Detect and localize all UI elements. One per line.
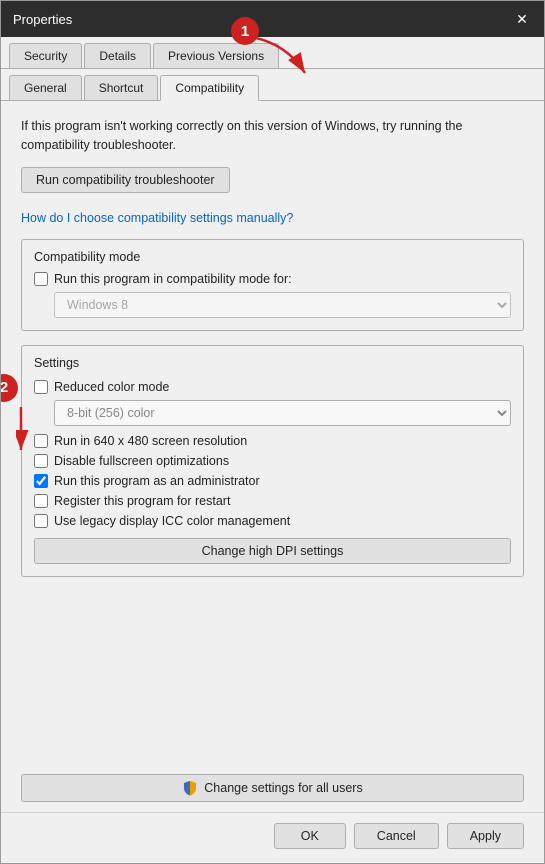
legacy-icc-label[interactable]: Use legacy display ICC color management [54, 514, 290, 528]
change-all-section: Change settings for all users [1, 766, 544, 812]
settings-item-1: Run in 640 x 480 screen resolution [34, 434, 511, 448]
close-button[interactable]: ✕ [512, 9, 532, 29]
apply-button[interactable]: Apply [447, 823, 524, 849]
run-troubleshooter-button[interactable]: Run compatibility troubleshooter [21, 167, 230, 193]
reduced-color-label[interactable]: Reduced color mode [54, 380, 169, 394]
info-text: If this program isn't working correctly … [21, 117, 524, 155]
tab-shortcut[interactable]: Shortcut [84, 75, 159, 100]
annotation-circle-1: 1 [231, 17, 259, 45]
reduced-color-checkbox[interactable] [34, 380, 48, 394]
change-all-button[interactable]: Change settings for all users [21, 774, 524, 802]
ok-button[interactable]: OK [274, 823, 346, 849]
run-as-admin-label[interactable]: Run this program as an administrator [54, 474, 260, 488]
settings-label: Settings [34, 356, 511, 370]
compatibility-mode-row: Run this program in compatibility mode f… [34, 272, 511, 286]
cancel-button[interactable]: Cancel [354, 823, 439, 849]
compatibility-mode-checkbox-label[interactable]: Run this program in compatibility mode f… [54, 272, 292, 286]
settings-item-3: Run this program as an administrator [34, 474, 511, 488]
window-title: Properties [13, 12, 72, 27]
tab-details[interactable]: Details [84, 43, 151, 68]
how-to-link[interactable]: How do I choose compatibility settings m… [21, 211, 524, 225]
color-mode-dropdown[interactable]: 8-bit (256) color [54, 400, 511, 426]
change-all-label: Change settings for all users [204, 781, 362, 795]
settings-group: 2 Settings Reduced color mode 8-bit (256… [21, 345, 524, 577]
annotation-1-container: 1 [231, 17, 259, 45]
register-restart-checkbox[interactable] [34, 494, 48, 508]
legacy-icc-checkbox[interactable] [34, 514, 48, 528]
properties-window: Properties ✕ Security Details Previous V… [0, 0, 545, 864]
shield-icon [182, 780, 198, 796]
register-restart-label[interactable]: Register this program for restart [54, 494, 230, 508]
compatibility-mode-group: Compatibility mode Run this program in c… [21, 239, 524, 331]
change-dpi-button[interactable]: Change high DPI settings [34, 538, 511, 564]
run-as-admin-checkbox[interactable] [34, 474, 48, 488]
compatibility-mode-dropdown[interactable]: Windows 8 [54, 292, 511, 318]
run-640-label[interactable]: Run in 640 x 480 screen resolution [54, 434, 247, 448]
disable-fullscreen-label[interactable]: Disable fullscreen optimizations [54, 454, 229, 468]
settings-item-0: Reduced color mode [34, 380, 511, 394]
settings-item-5: Use legacy display ICC color management [34, 514, 511, 528]
annotation-circle-2: 2 [1, 374, 18, 402]
tab-general[interactable]: General [9, 75, 82, 100]
footer: OK Cancel Apply [1, 812, 544, 863]
settings-item-2: Disable fullscreen optimizations [34, 454, 511, 468]
content-area: If this program isn't working correctly … [1, 101, 544, 766]
compatibility-mode-checkbox[interactable] [34, 272, 48, 286]
compatibility-mode-label: Compatibility mode [34, 250, 511, 264]
settings-item-4: Register this program for restart [34, 494, 511, 508]
tab-security[interactable]: Security [9, 43, 82, 68]
annotation-arrow-2 [16, 402, 76, 462]
tab-row-2: General Shortcut Compatibility 1 [1, 69, 544, 101]
